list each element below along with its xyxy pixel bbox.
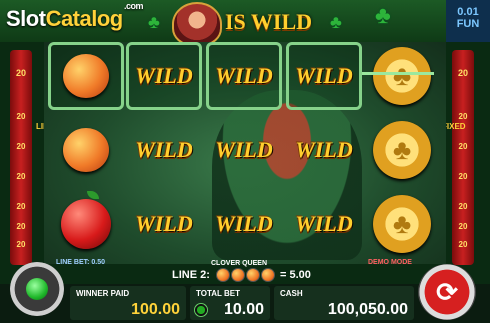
lines-label: LINES <box>36 122 60 132</box>
line-number[interactable]: 20 <box>10 112 32 121</box>
coin-value: 0.01 <box>457 6 479 18</box>
wild-symbol: WILD <box>215 137 273 162</box>
line-number[interactable]: 20 <box>452 240 474 249</box>
apple-icon <box>61 191 111 249</box>
line-number[interactable]: 20 <box>452 112 474 121</box>
wild-symbol: WILD <box>295 211 353 236</box>
clover-coin-icon: ♣ <box>373 195 431 253</box>
left-lines-bar: 20 20 20 20 20 20 20 LINES <box>10 50 60 265</box>
settings-gear-icon <box>26 278 48 300</box>
cash-value: 100,050.00 <box>327 301 408 318</box>
line-number[interactable]: 20 <box>10 202 32 211</box>
cash-box: CASH 100,050.00 <box>274 286 414 320</box>
slotcatalog-logo: SlotCatalog .com <box>6 1 144 31</box>
peach-mini-icon <box>261 268 275 282</box>
clover-coin-icon: ♣ <box>373 47 431 105</box>
clover-icon: ♣ <box>148 12 160 32</box>
reel-cell <box>48 116 124 184</box>
line-number[interactable]: 20 <box>10 240 32 249</box>
total-bet-label: TOTAL BET <box>196 289 240 298</box>
reel-cell: WILD <box>206 42 282 110</box>
reel-cell: WILD <box>206 190 282 258</box>
line-number[interactable]: 20 <box>452 202 474 211</box>
reel-cell: WILD <box>286 42 362 110</box>
game-title: IS WILD <box>225 9 313 34</box>
peach-icon <box>63 128 109 172</box>
peach-icon <box>63 54 109 98</box>
total-bet-value: 10.00 <box>223 301 264 318</box>
cash-label: CASH <box>280 289 303 298</box>
line-win-amount: = 5.00 <box>280 269 311 281</box>
clover-icon: ♣ <box>375 2 391 29</box>
peach-mini-icon <box>231 268 245 282</box>
coin-value-button[interactable]: 0.01 FUN <box>446 0 490 42</box>
reel-area: WILD WILD WILD ♣ WILD WILD WILD ♣ WILD WILD WILD ♣ <box>44 42 446 264</box>
line-number[interactable]: 20 <box>10 172 32 181</box>
coin-unit: FUN <box>456 18 480 30</box>
right-lines-bar: 20 20 20 20 20 20 20 FIXED <box>442 50 474 265</box>
reel-cell: WILD <box>286 190 362 258</box>
reel-cell: ♣ <box>364 42 440 110</box>
wild-symbol: WILD <box>135 137 193 162</box>
spin-button[interactable]: ⟳ <box>418 264 476 320</box>
reel-cell <box>48 190 124 258</box>
reel-cell: ♣ <box>364 190 440 258</box>
settings-gear-button[interactable] <box>10 262 64 316</box>
reel-cell: WILD <box>126 42 202 110</box>
win-line-info: CLOVER QUEEN LINE 2: = 5.00 <box>0 260 490 284</box>
reel-cell: WILD <box>206 116 282 184</box>
line-number[interactable]: 20 <box>452 68 474 78</box>
clover-coin-icon: ♣ <box>373 121 431 179</box>
line-number[interactable]: 20 <box>452 222 474 231</box>
wild-symbol: WILD <box>215 63 273 88</box>
reel-cell: WILD <box>126 190 202 258</box>
spin-arrows-icon: ⟳ <box>436 276 458 307</box>
line-label: LINE 2: <box>172 269 210 281</box>
total-bet-box[interactable]: TOTAL BET 10.00 <box>190 286 270 320</box>
line-number[interactable]: 20 <box>10 142 32 151</box>
chip-icon <box>194 303 208 317</box>
line-number[interactable]: 20 <box>10 222 32 231</box>
line-number[interactable]: 20 <box>452 172 474 181</box>
winner-paid-box: WINNER PAID 100.00 <box>70 286 186 320</box>
wild-symbol: WILD <box>135 211 193 236</box>
peach-mini-icon <box>216 268 230 282</box>
symbol-name: CLOVER QUEEN <box>211 260 268 267</box>
winner-paid-value: 100.00 <box>131 301 180 318</box>
clover-icon: ♣ <box>330 12 342 32</box>
wild-symbol: WILD <box>295 137 353 162</box>
payline-indicator <box>362 72 434 75</box>
header-bar: SlotCatalog .com ♣ IS WILD ♣ ♣ 0.01 FUN <box>0 0 490 46</box>
reel-cell <box>48 42 124 110</box>
reel-cell: WILD <box>286 116 362 184</box>
reel-cell: WILD <box>126 116 202 184</box>
wild-symbol: WILD <box>135 63 193 88</box>
clover-queen-portrait-icon <box>172 2 222 46</box>
winner-paid-label: WINNER PAID <box>76 289 130 298</box>
line-number[interactable]: 20 <box>10 68 32 78</box>
wild-symbol: WILD <box>295 63 353 88</box>
line-number[interactable]: 20 <box>452 142 474 151</box>
wild-symbol: WILD <box>215 211 273 236</box>
peach-mini-icon <box>246 268 260 282</box>
reel-cell: ♣ <box>364 116 440 184</box>
